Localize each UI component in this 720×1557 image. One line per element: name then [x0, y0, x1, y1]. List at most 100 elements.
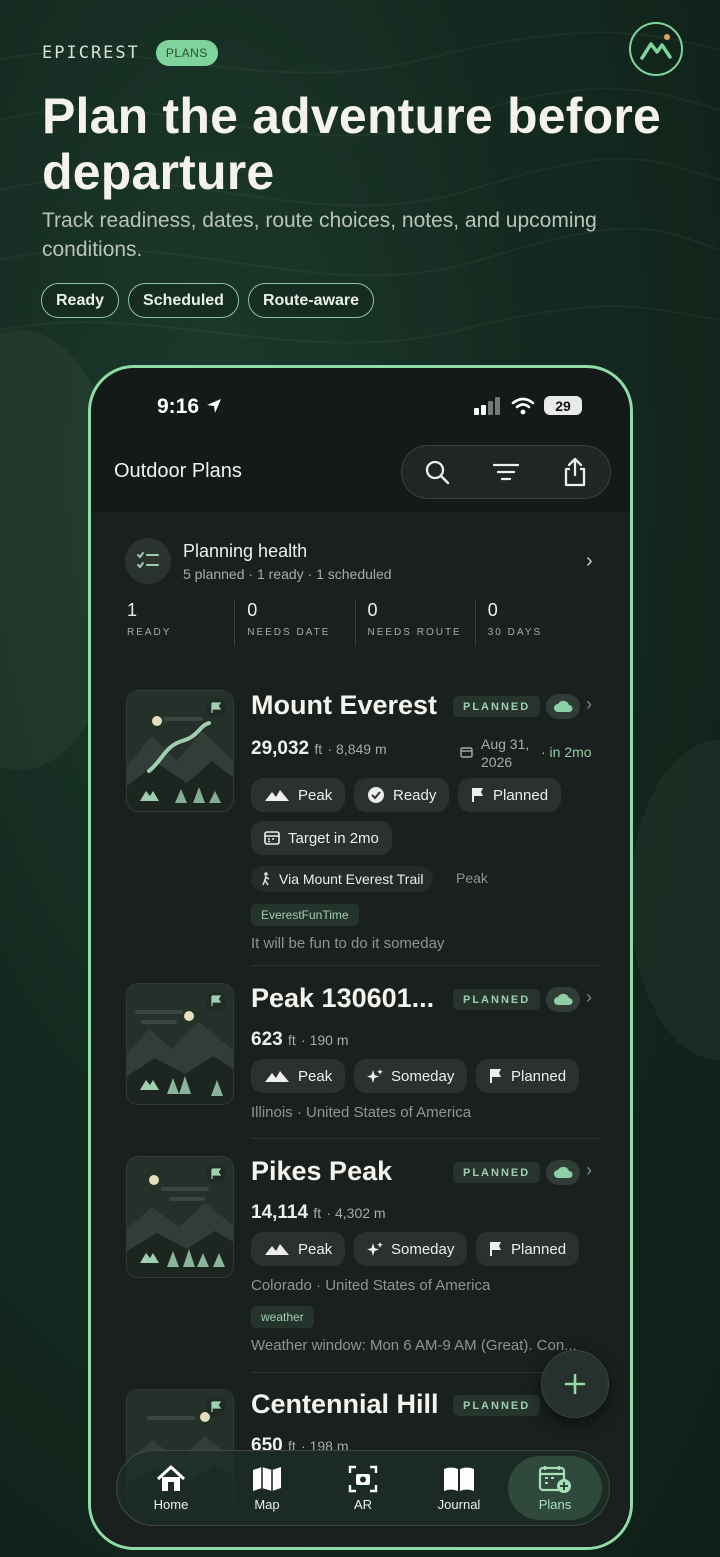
tab-journal[interactable]: Journal	[412, 1456, 506, 1520]
pill-label: Planned	[511, 1240, 567, 1258]
location-arrow-icon	[206, 399, 221, 413]
checklist-icon	[125, 538, 171, 584]
verified-check-icon	[367, 786, 385, 804]
pill-someday: Someday	[354, 1232, 468, 1266]
plan-item[interactable]: Peak 130601... PLANNED › 623 ft · 190 m …	[126, 983, 601, 1133]
status-badge: PLANNED	[453, 989, 541, 1010]
tab-map[interactable]: Map	[220, 1456, 314, 1520]
stat-30-days: 0 30 DAYS	[474, 600, 595, 646]
subhead: Track readiness, dates, route choices, n…	[42, 209, 597, 261]
elevation-m: 8,849 m	[336, 741, 387, 757]
pill-label: Planned	[493, 786, 549, 804]
plan-location: Colorado · United States of America	[251, 1277, 491, 1294]
plan-title: Centennial Hill	[251, 1389, 439, 1419]
hiker-icon	[261, 872, 271, 886]
stat-value: 1	[127, 600, 138, 620]
pill-label: Someday	[391, 1240, 455, 1258]
plan-thumbnail	[126, 690, 234, 812]
stat-label: NEEDS DATE	[247, 627, 331, 638]
search-button[interactable]	[417, 452, 457, 492]
tab-label: Plans	[538, 1497, 572, 1512]
share-icon	[565, 457, 586, 487]
plan-note: Weather window: Mon 6 AM-9 AM (Great). C…	[251, 1337, 577, 1354]
divider	[251, 965, 601, 966]
tab-plans[interactable]: Plans	[508, 1456, 602, 1520]
brand-name: EPICREST	[42, 43, 140, 63]
flag-icon	[206, 1397, 226, 1417]
elevation-sep: ·	[301, 1032, 310, 1048]
map-icon	[251, 1464, 283, 1494]
mountain-icon	[264, 788, 290, 802]
pill-peak: Peak	[251, 1059, 346, 1093]
status-badge: PLANNED	[453, 1162, 541, 1183]
elevation-sep: ·	[327, 741, 337, 757]
flag-icon	[471, 787, 485, 803]
stat-value: 0	[247, 600, 258, 620]
phone-frame: 9:16 29 Outdoor Plans Planning health 5 …	[88, 365, 633, 1550]
tab-home[interactable]: Home	[124, 1456, 218, 1520]
brand-row: EPICREST PLANS	[42, 40, 218, 66]
cloud-icon	[546, 1160, 580, 1185]
plus-icon	[564, 1373, 586, 1395]
calendar-icon	[264, 831, 280, 845]
tab-ar[interactable]: AR	[316, 1456, 410, 1520]
filter-button[interactable]	[486, 452, 526, 492]
planning-health-card[interactable]: Planning health 5 planned · 1 ready · 1 …	[91, 512, 630, 662]
chevron-right-icon: ›	[586, 694, 592, 714]
route-chip: Via Mount Everest Trail	[251, 866, 434, 892]
elevation-unit: ft	[314, 741, 323, 757]
target-date-relative: · in 2mo	[541, 744, 592, 760]
nav-toolbar	[401, 445, 611, 499]
pill-label: Target in 2mo	[288, 829, 379, 847]
plan-note: It will be fun to do it someday	[251, 935, 445, 952]
add-plan-button[interactable]	[541, 1350, 609, 1418]
elevation: 29,032 ft · 8,849 m	[251, 738, 387, 760]
health-stats: 1 READY 0 NEEDS DATE 0 NEEDS ROUTE 0 30 …	[125, 600, 595, 646]
route-type: Peak	[456, 870, 488, 886]
nav-title: Outdoor Plans	[114, 460, 242, 482]
nav-bar: Outdoor Plans	[91, 440, 630, 510]
sparkle-icon	[367, 1068, 383, 1084]
pill-planned: Planned	[476, 1059, 580, 1093]
pill-planned: Planned	[476, 1232, 580, 1266]
chevron-right-icon: ›	[586, 987, 592, 1007]
divider	[251, 1138, 601, 1139]
status-time: 9:16	[157, 395, 223, 419]
pill-label: Someday	[391, 1067, 455, 1085]
plan-item[interactable]: Pikes Peak PLANNED › 14,114 ft · 4,302 m…	[126, 1156, 601, 1366]
camera-icon	[348, 1464, 378, 1494]
elevation: 623 ft · 190 m	[251, 1029, 349, 1051]
plan-tag: weather	[251, 1306, 314, 1328]
pill-someday: Someday	[354, 1059, 468, 1093]
status-badge: PLANNED	[453, 1395, 541, 1416]
share-button[interactable]	[555, 452, 595, 492]
plan-title: Pikes Peak	[251, 1156, 393, 1186]
search-icon	[425, 460, 449, 485]
stat-value: 0	[367, 600, 378, 620]
cloud-icon	[546, 987, 580, 1012]
elevation-ft: 623	[251, 1029, 283, 1050]
pill-peak: Peak	[251, 1232, 346, 1266]
pill-label: Peak	[298, 1067, 333, 1085]
pill-label: Peak	[298, 1240, 333, 1258]
flag-icon	[206, 698, 226, 718]
chevron-right-icon: ›	[586, 550, 593, 572]
status-time-text: 9:16	[157, 395, 200, 418]
book-icon	[442, 1464, 476, 1494]
pill-ready: Ready	[354, 778, 450, 812]
flag-icon	[206, 991, 226, 1011]
feature-chips: Ready Scheduled Route-aware	[41, 283, 374, 318]
flag-icon	[489, 1241, 503, 1257]
flag-icon	[206, 1164, 226, 1184]
stat-label: 30 DAYS	[487, 627, 543, 638]
tab-label: Home	[153, 1497, 189, 1512]
plan-item[interactable]: Mount Everest PLANNED › 29,032 ft · 8,84…	[126, 690, 601, 960]
stat-ready: 1 READY	[125, 600, 234, 646]
pill-peak: Peak	[251, 778, 346, 812]
chip-route-aware: Route-aware	[247, 283, 374, 318]
chip-ready: Ready	[41, 283, 120, 318]
calendar-plus-icon	[538, 1464, 572, 1494]
plan-thumbnail	[126, 983, 234, 1105]
stat-needs-route: 0 NEEDS ROUTE	[354, 600, 475, 646]
plan-thumbnail	[126, 1156, 234, 1278]
